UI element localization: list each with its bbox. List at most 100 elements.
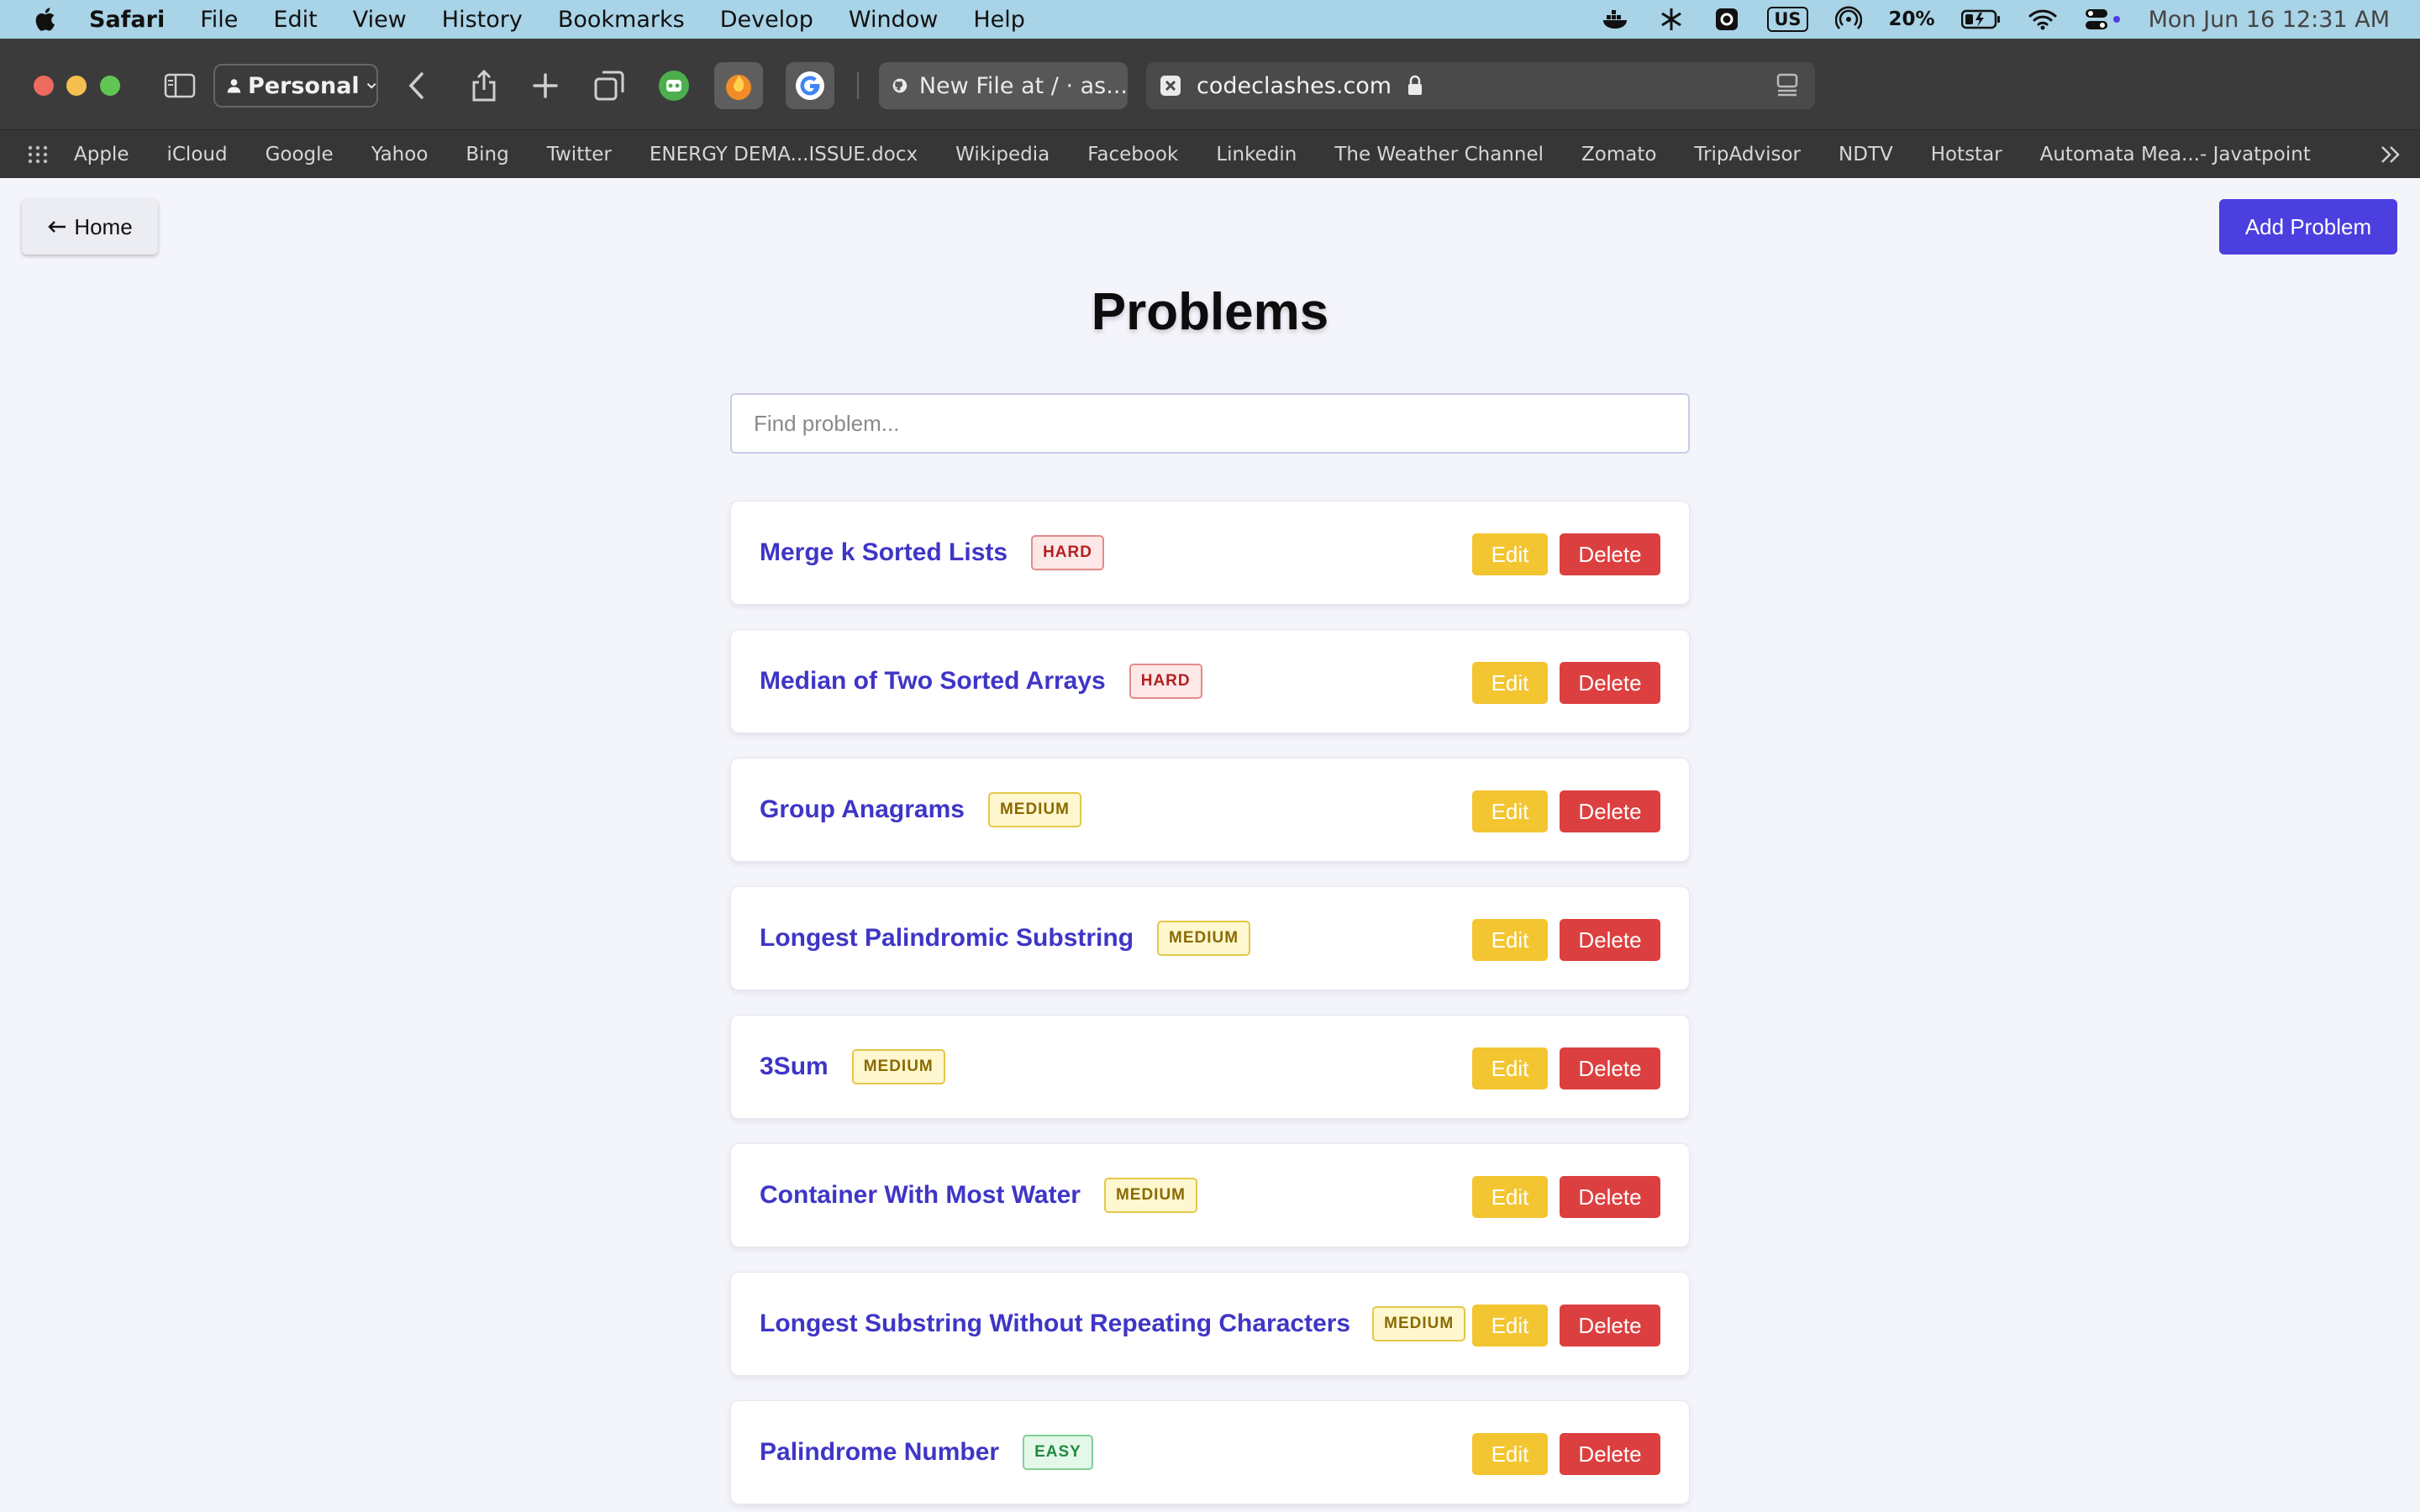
wifi-icon[interactable] bbox=[2028, 4, 2058, 34]
sidebar-toggle-icon[interactable] bbox=[160, 66, 200, 106]
favorite-link[interactable]: Linkedin bbox=[1216, 144, 1297, 165]
difficulty-badge: MEDIUM bbox=[851, 1049, 945, 1084]
add-problem-button[interactable]: Add Problem bbox=[2219, 199, 2397, 255]
favorite-link[interactable]: Hotstar bbox=[1931, 144, 2002, 165]
menubar-clock[interactable]: Mon Jun 16 12:31 AM bbox=[2149, 7, 2390, 33]
favorite-link[interactable]: Yahoo bbox=[371, 144, 429, 165]
site-favicon-icon bbox=[1160, 76, 1181, 96]
edit-button[interactable]: Edit bbox=[1472, 1176, 1548, 1218]
problem-list: Merge k Sorted Lists HARD Edit Delete Me… bbox=[730, 501, 1690, 1512]
favorite-link[interactable]: iCloud bbox=[166, 144, 227, 165]
edit-button[interactable]: Edit bbox=[1472, 1433, 1548, 1475]
menu-file[interactable]: File bbox=[200, 7, 238, 33]
edit-button[interactable]: Edit bbox=[1472, 1305, 1548, 1347]
menu-develop[interactable]: Develop bbox=[720, 7, 813, 33]
problem-card: Median of Two Sorted Arrays HARD Edit De… bbox=[730, 629, 1690, 733]
difficulty-badge: MEDIUM bbox=[1103, 1178, 1198, 1213]
robot-extension-icon[interactable] bbox=[650, 62, 698, 109]
favorite-link[interactable]: NDTV bbox=[1839, 144, 1893, 165]
flame-extension-icon[interactable] bbox=[714, 62, 763, 109]
profile-selector[interactable]: Personal bbox=[213, 64, 378, 108]
favorite-link[interactable]: Apple bbox=[74, 144, 129, 165]
difficulty-badge: HARD bbox=[1128, 664, 1202, 699]
edit-button[interactable]: Edit bbox=[1472, 533, 1548, 575]
problem-link[interactable]: Group Anagrams bbox=[760, 795, 965, 824]
close-window-button[interactable] bbox=[34, 76, 54, 96]
menu-edit[interactable]: Edit bbox=[273, 7, 317, 33]
menu-bookmarks[interactable]: Bookmarks bbox=[558, 7, 685, 33]
problem-card: Merge k Sorted Lists HARD Edit Delete bbox=[730, 501, 1690, 605]
menu-help[interactable]: Help bbox=[973, 7, 1025, 33]
favorite-link[interactable]: Automata Mea...- Javatpoint bbox=[2040, 144, 2311, 165]
delete-button[interactable]: Delete bbox=[1560, 1305, 1660, 1347]
delete-button[interactable]: Delete bbox=[1560, 1047, 1660, 1089]
problem-link[interactable]: Container With Most Water bbox=[760, 1181, 1081, 1210]
tab-overview-icon[interactable] bbox=[589, 66, 629, 106]
apple-logo-icon[interactable] bbox=[32, 5, 60, 34]
battery-icon[interactable] bbox=[1960, 4, 2002, 34]
minimize-window-button[interactable] bbox=[66, 76, 87, 96]
edit-button[interactable]: Edit bbox=[1472, 919, 1548, 961]
chevron-double-right-icon[interactable] bbox=[2378, 142, 2403, 167]
problem-link[interactable]: 3Sum bbox=[760, 1053, 829, 1081]
safari-toolbar: Personal New File at / · as... codeclash… bbox=[0, 39, 2420, 129]
reader-view-icon[interactable] bbox=[1775, 72, 1800, 97]
delete-button[interactable]: Delete bbox=[1560, 533, 1660, 575]
edit-button[interactable]: Edit bbox=[1472, 662, 1548, 704]
favorite-link[interactable]: Bing bbox=[466, 144, 508, 165]
favorite-link[interactable]: The Weather Channel bbox=[1334, 144, 1544, 165]
home-label: Home bbox=[74, 213, 133, 239]
favorite-link[interactable]: TripAdvisor bbox=[1694, 144, 1801, 165]
home-button[interactable]: Home bbox=[22, 199, 158, 255]
search-input[interactable] bbox=[730, 393, 1690, 454]
google-extension-icon[interactable] bbox=[786, 62, 834, 109]
address-text: codeclashes.com bbox=[1197, 72, 1392, 99]
favorite-link[interactable]: Twitter bbox=[547, 144, 612, 165]
lock-icon bbox=[1408, 75, 1423, 95]
edit-button[interactable]: Edit bbox=[1472, 1047, 1548, 1089]
problem-link[interactable]: Palindrome Number bbox=[760, 1438, 999, 1467]
problem-card: Longest Palindromic Substring MEDIUM Edi… bbox=[730, 886, 1690, 990]
problem-link[interactable]: Median of Two Sorted Arrays bbox=[760, 667, 1106, 696]
page-title: Problems bbox=[1091, 283, 1329, 341]
docker-whale-icon[interactable] bbox=[1601, 4, 1631, 34]
card-actions: Edit Delete bbox=[1472, 790, 1660, 832]
menu-view[interactable]: View bbox=[353, 7, 407, 33]
menu-app-name[interactable]: Safari bbox=[89, 7, 165, 33]
zoom-window-button[interactable] bbox=[100, 76, 120, 96]
snowflake-bug-icon[interactable] bbox=[1656, 4, 1686, 34]
favorite-link[interactable]: Wikipedia bbox=[955, 144, 1050, 165]
problem-link[interactable]: Longest Palindromic Substring bbox=[760, 924, 1134, 953]
airdrop-icon[interactable] bbox=[1833, 4, 1864, 34]
problem-link[interactable]: Merge k Sorted Lists bbox=[760, 538, 1007, 567]
favorite-link[interactable]: Google bbox=[266, 144, 334, 165]
favorite-link[interactable]: Facebook bbox=[1087, 144, 1178, 165]
new-tab-plus-icon[interactable] bbox=[525, 66, 566, 106]
control-center-icon[interactable] bbox=[2083, 4, 2123, 34]
back-arrow-icon[interactable] bbox=[397, 66, 437, 106]
delete-button[interactable]: Delete bbox=[1560, 790, 1660, 832]
favorite-link[interactable]: Zomato bbox=[1581, 144, 1656, 165]
delete-button[interactable]: Delete bbox=[1560, 1433, 1660, 1475]
share-icon[interactable] bbox=[464, 66, 504, 106]
problem-card: Group Anagrams MEDIUM Edit Delete bbox=[730, 758, 1690, 862]
grid-apps-icon[interactable] bbox=[27, 144, 49, 165]
delete-button[interactable]: Delete bbox=[1560, 1176, 1660, 1218]
delete-button[interactable]: Delete bbox=[1560, 662, 1660, 704]
problem-link[interactable]: Longest Substring Without Repeating Char… bbox=[760, 1310, 1350, 1338]
card-actions: Edit Delete bbox=[1472, 1305, 1660, 1347]
favorite-link[interactable]: ENERGY DEMA...ISSUE.docx bbox=[650, 144, 918, 165]
problem-card: Container With Most Water MEDIUM Edit De… bbox=[730, 1143, 1690, 1247]
address-bar[interactable]: codeclashes.com bbox=[1146, 62, 1815, 109]
delete-button[interactable]: Delete bbox=[1560, 919, 1660, 961]
card-actions: Edit Delete bbox=[1472, 1176, 1660, 1218]
card-actions: Edit Delete bbox=[1472, 1433, 1660, 1475]
input-source-indicator[interactable]: US bbox=[1767, 7, 1808, 32]
gear-app-icon[interactable] bbox=[1712, 4, 1742, 34]
menu-history[interactable]: History bbox=[442, 7, 523, 33]
tab-github[interactable]: New File at / · as... bbox=[879, 62, 1128, 109]
menu-window[interactable]: Window bbox=[849, 7, 938, 33]
edit-button[interactable]: Edit bbox=[1472, 790, 1548, 832]
github-icon bbox=[892, 78, 908, 93]
card-actions: Edit Delete bbox=[1472, 1047, 1660, 1089]
